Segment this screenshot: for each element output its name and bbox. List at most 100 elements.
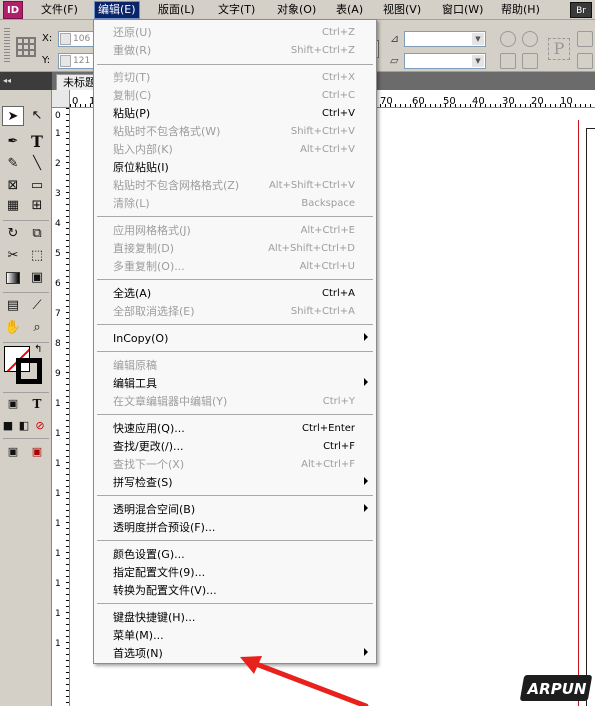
apply-gradient-icon[interactable]: ◧ — [16, 416, 32, 436]
menu-item-menus[interactable]: 菜单(M)... — [94, 627, 376, 645]
x-spinner-icon[interactable] — [60, 33, 71, 45]
menu-item-redo[interactable]: 重做(R) Shift+Ctrl+Z — [94, 42, 376, 60]
tool-divider — [3, 292, 49, 293]
select-content-icon[interactable] — [577, 53, 593, 69]
menu-item-clear[interactable]: 清除(L) Backspace — [94, 195, 376, 213]
scissors-tool-icon[interactable]: ✂ — [2, 246, 24, 266]
pencil-tool-icon[interactable]: ✎ — [2, 154, 24, 174]
rotate-90-cw-icon[interactable] — [500, 31, 516, 47]
menu-layout[interactable]: 版面(L) — [155, 2, 198, 18]
menu-item-cut[interactable]: 剪切(T) Ctrl+X — [94, 69, 376, 87]
rotation-angle-field[interactable]: ▼ — [404, 31, 486, 47]
bridge-button[interactable]: Br — [570, 2, 592, 18]
menu-item-edit-with[interactable]: 编辑工具 — [94, 375, 376, 393]
pen-tool-icon[interactable]: ✒ — [2, 132, 24, 152]
menu-item-assign-profiles[interactable]: 指定配置文件(9)... — [94, 564, 376, 582]
normal-view-mode-icon[interactable]: ▣ — [2, 442, 24, 462]
image-tool-icon[interactable]: ▣ — [26, 268, 48, 288]
tool-divider — [3, 438, 49, 439]
direct-selection-tool-icon[interactable]: ↖ — [26, 106, 48, 126]
grid-tool-icon[interactable]: ⊞ — [26, 196, 48, 216]
menu-item-edit-original[interactable]: 编辑原稿 — [94, 357, 376, 375]
ruler-tick-label: 6 — [55, 279, 61, 289]
menu-window[interactable]: 窗口(W) — [439, 2, 486, 18]
flip-horizontal-icon[interactable] — [500, 53, 516, 69]
submenu-arrow-icon — [364, 504, 368, 512]
ruler-tick-label: 50 — [443, 96, 456, 107]
scale-tool-icon[interactable]: ⧉ — [26, 224, 48, 244]
edit-menu-dropdown: 还原(U) Ctrl+Z 重做(R) Shift+Ctrl+Z 剪切(T) Ctrl+… — [93, 19, 377, 664]
menu-item-apply-grid-format[interactable]: 应用网格格式(J) Alt+Ctrl+E — [94, 222, 376, 240]
menu-item-paste-without-grid-format[interactable]: 粘贴时不包含网格格式(Z) Alt+Shift+Ctrl+V — [94, 177, 376, 195]
menu-separator — [97, 279, 373, 280]
menu-item-convert-to-profile[interactable]: 转换为配置文件(V)... — [94, 582, 376, 600]
flip-vertical-icon[interactable] — [522, 53, 538, 69]
table-tool-icon[interactable]: ▦ — [2, 196, 24, 216]
rotate-tool-icon[interactable]: ↻ — [2, 224, 24, 244]
menu-item-select-all[interactable]: 全选(A) Ctrl+A — [94, 285, 376, 303]
menu-item-paste-in-place[interactable]: 原位粘贴(I) — [94, 159, 376, 177]
tools-panel-collapse-icon[interactable]: ◂◂ — [0, 72, 52, 90]
menu-help[interactable]: 帮助(H) — [498, 2, 543, 18]
y-spinner-icon[interactable] — [60, 55, 71, 67]
reference-point-icon[interactable] — [16, 37, 36, 57]
type-tool-icon[interactable]: T — [26, 132, 48, 152]
select-container-icon[interactable] — [577, 31, 593, 47]
menu-item-duplicate[interactable]: 直接复制(D) Alt+Shift+Ctrl+D — [94, 240, 376, 258]
y-input[interactable]: 121 — [58, 53, 94, 69]
swap-arrow-icon[interactable]: ↰ — [34, 344, 42, 355]
menu-item-edit-in-story-editor[interactable]: 在文章编辑器中编辑(Y) Ctrl+Y — [94, 393, 376, 411]
menu-item-step-and-repeat[interactable]: 多重复制(O)... Alt+Ctrl+U — [94, 258, 376, 276]
rotate-90-ccw-icon[interactable] — [522, 31, 538, 47]
ruler-tick-label: 1 — [55, 609, 61, 619]
menu-item-copy[interactable]: 复制(C) Ctrl+C — [94, 87, 376, 105]
menu-view[interactable]: 视图(V) — [380, 2, 424, 18]
menu-item-keyboard-shortcuts[interactable]: 键盘快捷键(H)... — [94, 609, 376, 627]
menu-edit[interactable]: 编辑(E) — [94, 1, 140, 19]
menu-item-find-next[interactable]: 查找下一个(X) Alt+Ctrl+F — [94, 456, 376, 474]
menu-item-undo[interactable]: 还原(U) Ctrl+Z — [94, 24, 376, 42]
menu-item-spelling[interactable]: 拼写检查(S) — [94, 474, 376, 492]
shear-angle-field[interactable]: ▼ — [404, 53, 486, 69]
x-input[interactable]: 106 — [58, 31, 94, 47]
preview-mode-icon[interactable]: ▣ — [26, 442, 48, 462]
ruler-origin[interactable] — [52, 90, 70, 108]
formatting-text-icon[interactable]: T — [26, 394, 48, 414]
menu-table[interactable]: 表(A) — [333, 2, 366, 18]
y-label: Y: — [42, 55, 51, 66]
menu-file[interactable]: 文件(F) — [38, 2, 81, 18]
menu-item-preferences[interactable]: 首选项(N) — [94, 645, 376, 663]
formatting-container-icon[interactable]: ▣ — [2, 394, 24, 414]
chevron-down-icon[interactable]: ▼ — [472, 33, 484, 45]
menu-item-deselect-all[interactable]: 全部取消选择(E) Shift+Ctrl+A — [94, 303, 376, 321]
rectangle-frame-tool-icon[interactable]: ⊠ — [2, 176, 24, 196]
ruler-tick-label: 2 — [55, 159, 61, 169]
selection-tool-icon[interactable]: ➤ — [2, 106, 24, 126]
menu-item-color-settings[interactable]: 颜色设置(G)... — [94, 546, 376, 564]
panel-grip-icon[interactable] — [4, 28, 10, 64]
rotate-angle-icon: ⊿ — [390, 32, 400, 45]
zoom-tool-icon[interactable]: ⌕ — [26, 318, 48, 338]
menu-item-paste-into[interactable]: 贴入内部(K) Alt+Ctrl+V — [94, 141, 376, 159]
chevron-down-icon[interactable]: ▼ — [472, 55, 484, 67]
menu-type[interactable]: 文字(T) — [215, 2, 258, 18]
menu-object[interactable]: 对象(O) — [274, 2, 319, 18]
menu-item-incopy[interactable]: InCopy(O) — [94, 330, 376, 348]
menu-item-quick-apply[interactable]: 快速应用(Q)... Ctrl+Enter — [94, 420, 376, 438]
eyedropper-tool-icon[interactable]: ⟋ — [26, 296, 48, 316]
line-tool-icon[interactable]: ╲ — [26, 154, 48, 174]
apply-none-icon[interactable]: ⊘ — [32, 416, 48, 436]
menu-item-transparency-flattener-presets[interactable]: 透明度拼合预设(F)... — [94, 519, 376, 537]
menu-item-transparency-blend-space[interactable]: 透明混合空间(B) — [94, 501, 376, 519]
note-tool-icon[interactable]: ▤ — [2, 296, 24, 316]
menu-item-paste-without-formatting[interactable]: 粘贴时不包含格式(W) Shift+Ctrl+V — [94, 123, 376, 141]
free-transform-tool-icon[interactable]: ⬚ — [26, 246, 48, 266]
fill-stroke-swatch-icon[interactable]: ↰ — [4, 344, 44, 386]
gradient-tool-icon[interactable] — [2, 268, 24, 288]
rectangle-tool-icon[interactable]: ▭ — [26, 176, 48, 196]
apply-color-icon[interactable]: ■ — [0, 416, 16, 436]
menu-item-paste[interactable]: 粘贴(P) Ctrl+V — [94, 105, 376, 123]
ruler-tick-label: 1 — [55, 459, 61, 469]
hand-tool-icon[interactable]: ✋ — [2, 318, 24, 338]
menu-item-find-change[interactable]: 查找/更改(/)... Ctrl+F — [94, 438, 376, 456]
